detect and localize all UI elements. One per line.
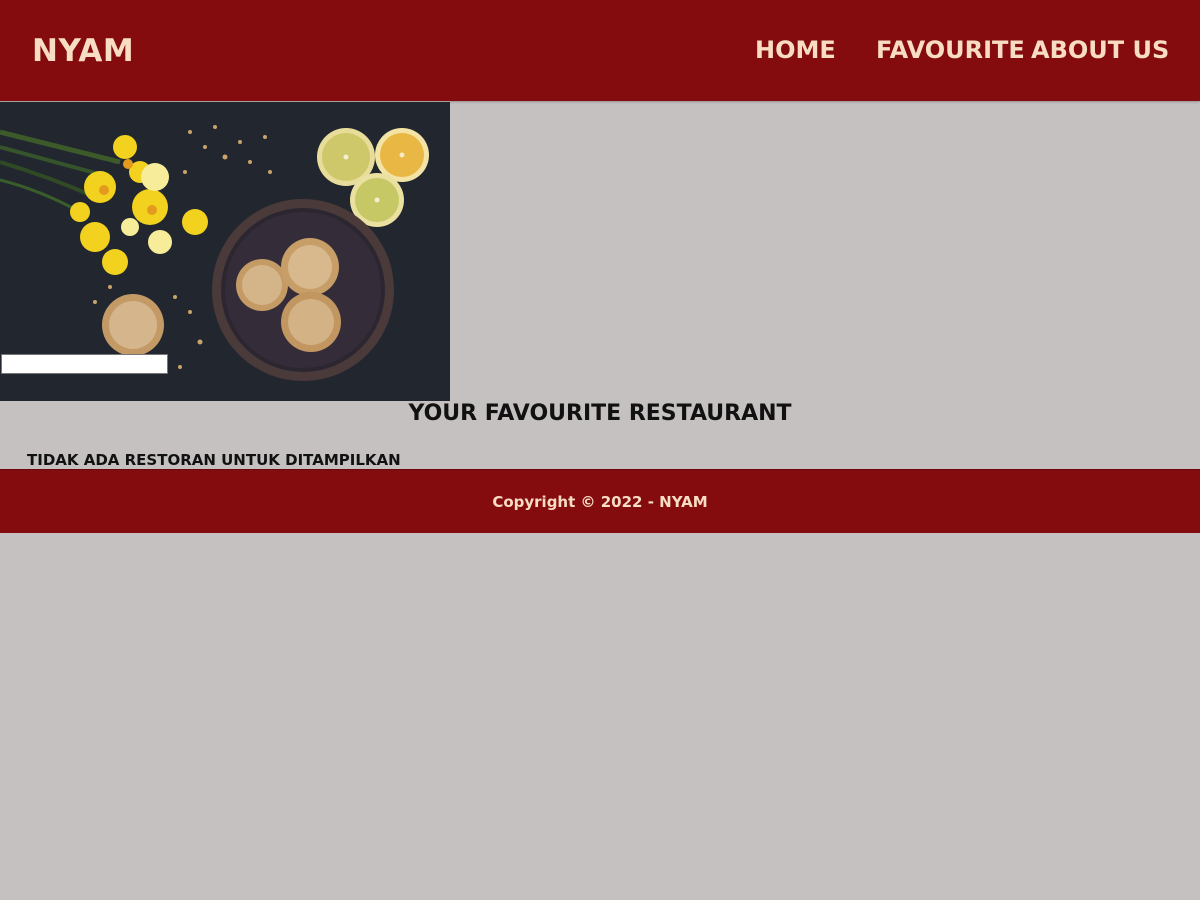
app-footer: Copyright © 2022 - NYAM bbox=[0, 469, 1200, 533]
search-input[interactable] bbox=[1, 354, 168, 374]
nav-link-about-us[interactable]: ABOUT US bbox=[1031, 36, 1169, 64]
copyright-text: Copyright © 2022 - NYAM bbox=[492, 493, 708, 511]
page-title: YOUR FAVOURITE RESTAURANT bbox=[408, 401, 792, 426]
app-header: NYAM HOME FAVOURITE ABOUT US bbox=[0, 0, 1200, 101]
empty-state-message: TIDAK ADA RESTORAN UNTUK DITAMPILKAN bbox=[27, 451, 401, 469]
nav-link-favourite[interactable]: FAVOURITE bbox=[876, 36, 1025, 64]
main-nav: HOME FAVOURITE ABOUT US bbox=[0, 36, 1200, 66]
nav-link-home[interactable]: HOME bbox=[755, 36, 836, 64]
